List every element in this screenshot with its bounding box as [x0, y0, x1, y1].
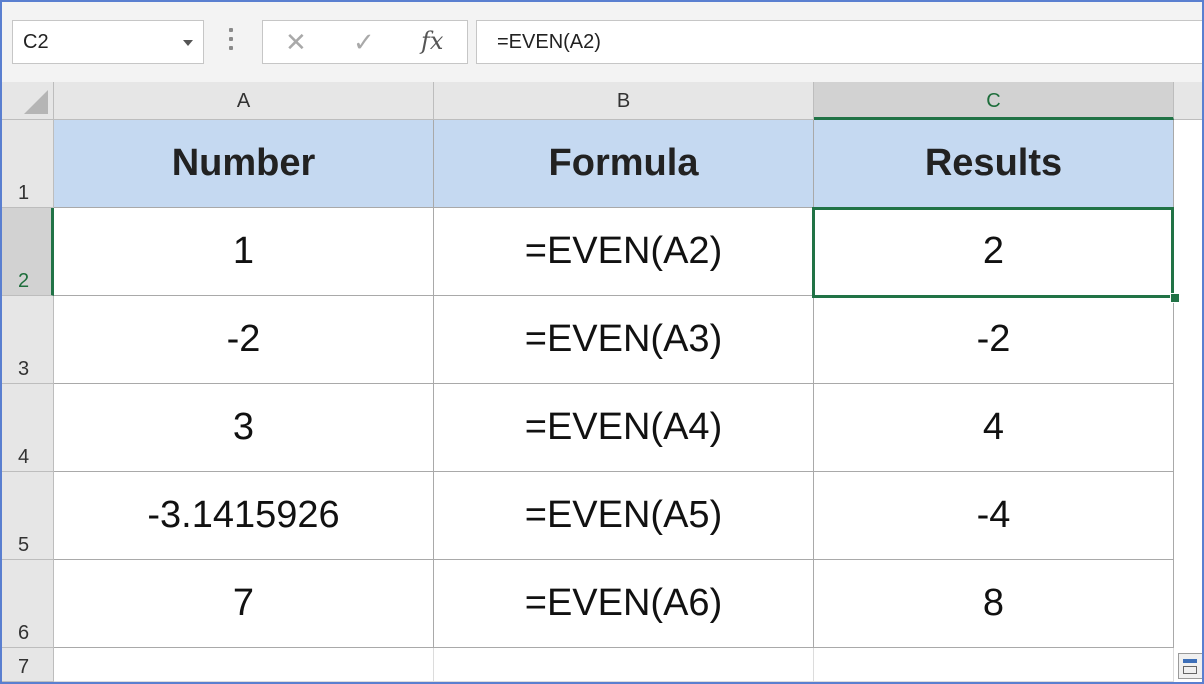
formula-input[interactable]: =EVEN(A2)	[476, 20, 1202, 64]
cell-a5[interactable]: -3.1415926	[54, 472, 434, 560]
cell-c7[interactable]	[814, 648, 1174, 682]
cell-a6[interactable]: 7	[54, 560, 434, 648]
insert-function-icon[interactable]: fx	[421, 27, 443, 55]
column-header-a[interactable]: A	[54, 82, 434, 120]
select-all-icon	[24, 90, 48, 114]
cell-c1[interactable]: Results	[814, 120, 1174, 208]
enter-icon[interactable]: ✓	[353, 27, 375, 57]
cell-b6[interactable]: =EVEN(A6)	[434, 560, 814, 648]
row-header-2[interactable]: 2	[2, 208, 54, 296]
cell-b5[interactable]: =EVEN(A5)	[434, 472, 814, 560]
drag-handle-icon[interactable]	[229, 28, 235, 56]
cell-b2[interactable]: =EVEN(A2)	[434, 208, 814, 296]
formula-buttons: ✕ ✓ fx	[262, 20, 468, 64]
quick-analysis-icon[interactable]	[1178, 653, 1202, 679]
row-header-7[interactable]: 7	[2, 648, 54, 682]
column-header-empty	[1174, 82, 1202, 120]
column-header-c[interactable]: C	[814, 82, 1174, 120]
cell-a1[interactable]: Number	[54, 120, 434, 208]
row-header-4[interactable]: 4	[2, 384, 54, 472]
cell-a2[interactable]: 1	[54, 208, 434, 296]
cell-c6[interactable]: 8	[814, 560, 1174, 648]
row-header-6[interactable]: 6	[2, 560, 54, 648]
cell-c2[interactable]: 2	[814, 208, 1174, 296]
formula-input-value: =EVEN(A2)	[497, 31, 601, 53]
row-header-3[interactable]: 3	[2, 296, 54, 384]
cell-b4[interactable]: =EVEN(A4)	[434, 384, 814, 472]
cell-a3[interactable]: -2	[54, 296, 434, 384]
cell-c3[interactable]: -2	[814, 296, 1174, 384]
cell-c5[interactable]: -4	[814, 472, 1174, 560]
cell-c4[interactable]: 4	[814, 384, 1174, 472]
cell-b7[interactable]	[434, 648, 814, 682]
worksheet-grid: A B C 1 2 3 4 5 6 7 Number Formula Resul…	[2, 82, 1202, 682]
row-header-5[interactable]: 5	[2, 472, 54, 560]
row-header-1[interactable]: 1	[2, 120, 54, 208]
excel-window: C2 ✕ ✓ fx =EVEN(A2) A B C 1 2 3 4 5 6 7 …	[0, 0, 1204, 684]
column-header-b[interactable]: B	[434, 82, 814, 120]
fill-handle[interactable]	[1170, 293, 1180, 303]
cell-a7[interactable]	[54, 648, 434, 682]
name-box-value: C2	[23, 31, 49, 53]
chevron-down-icon[interactable]	[183, 40, 193, 46]
cancel-icon[interactable]: ✕	[285, 27, 307, 57]
select-all-button[interactable]	[2, 82, 54, 120]
cell-b3[interactable]: =EVEN(A3)	[434, 296, 814, 384]
cell-b1[interactable]: Formula	[434, 120, 814, 208]
cell-a4[interactable]: 3	[54, 384, 434, 472]
formula-bar: C2 ✕ ✓ fx =EVEN(A2)	[2, 2, 1202, 82]
name-box[interactable]: C2	[12, 20, 204, 64]
